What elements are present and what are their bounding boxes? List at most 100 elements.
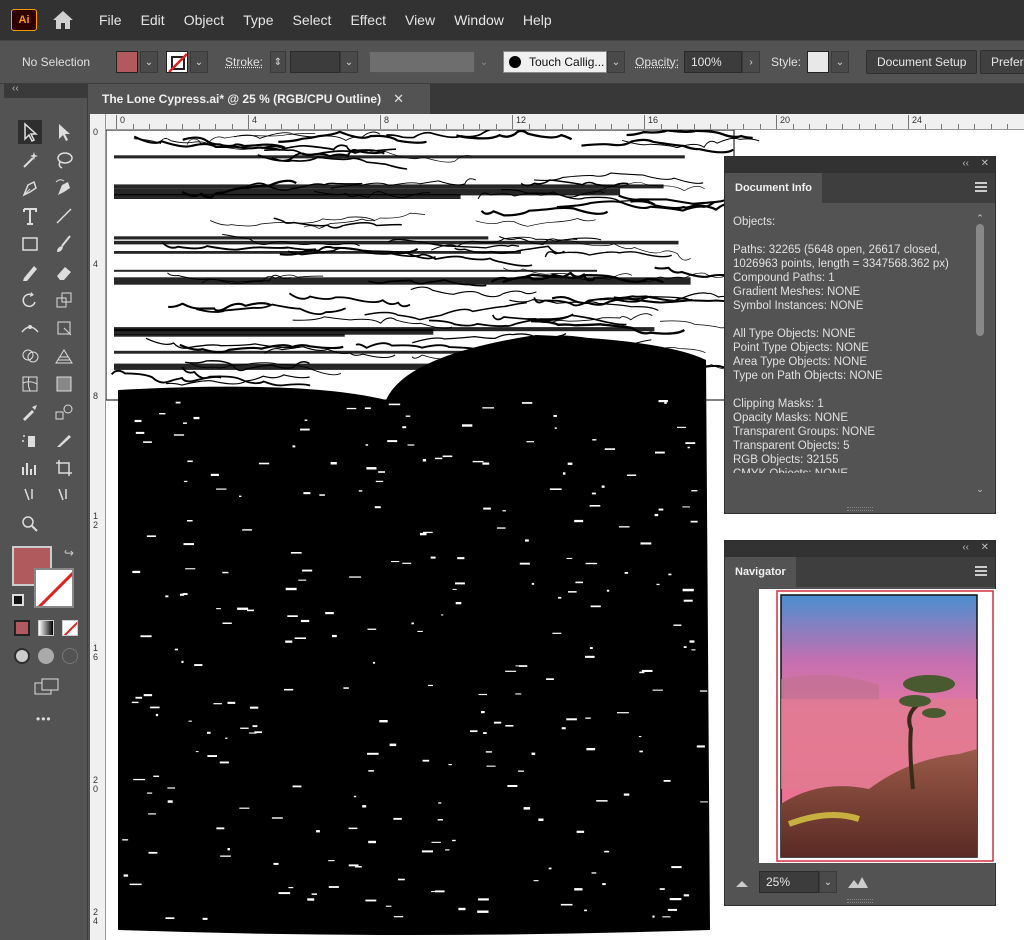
pencil-tool-icon[interactable]	[18, 260, 42, 284]
fill-mode-color-icon[interactable]	[14, 620, 30, 636]
horizontal-ruler[interactable]: 0 4 8 12 16 20 24	[106, 114, 1024, 130]
artboard-tool-icon[interactable]	[52, 456, 76, 480]
style-dropdown[interactable]: ⌄	[831, 51, 849, 73]
pen-tool-icon[interactable]	[18, 176, 42, 200]
menu-help[interactable]: Help	[523, 12, 552, 28]
zoom-tool-icon[interactable]	[18, 512, 42, 536]
scale-tool-icon[interactable]	[52, 288, 76, 312]
tools-panel: ‹‹ ↪ •••	[4, 83, 88, 940]
tab-navigator[interactable]: Navigator	[725, 557, 796, 587]
direct-selection-tool-icon[interactable]	[52, 120, 76, 144]
preferences-button[interactable]: Prefere	[980, 50, 1024, 74]
hand-tool-icon[interactable]	[52, 484, 76, 508]
menu-type[interactable]: Type	[243, 12, 273, 28]
fill-dropdown[interactable]: ⌄	[140, 51, 158, 73]
gradient-tool-icon[interactable]	[52, 372, 76, 396]
profile-dropdown[interactable]: ⌄	[475, 51, 493, 73]
gradient-mode-icon[interactable]	[38, 620, 54, 636]
info-line: Transparent Groups: NONE	[733, 426, 876, 438]
variable-width-profile[interactable]	[369, 51, 475, 73]
blend-tool-icon[interactable]	[52, 400, 76, 424]
document-setup-button[interactable]: Document Setup	[866, 50, 978, 74]
collapse-icon[interactable]: ‹‹	[12, 83, 19, 94]
brush-name: Touch Callig...	[529, 55, 605, 69]
eyedropper-tool-icon[interactable]	[18, 400, 42, 424]
opacity-arrow-icon[interactable]: ›	[742, 51, 760, 73]
brush-definition[interactable]: Touch Callig...	[503, 51, 607, 73]
vertical-ruler[interactable]: 0 4 8 1 2 1 6 2 0 2 4	[90, 114, 106, 940]
zoom-dropdown[interactable]: ⌄	[819, 871, 837, 893]
zoom-in-icon[interactable]	[847, 875, 869, 889]
home-icon[interactable]	[51, 9, 75, 31]
fill-swatch[interactable]	[116, 51, 138, 73]
stroke-weight-stepper[interactable]: ⇕	[270, 51, 286, 73]
panel-menu-icon[interactable]	[975, 182, 987, 192]
menu-file[interactable]: File	[99, 12, 122, 28]
info-line: Gradient Meshes: NONE	[733, 286, 861, 298]
style-swatch[interactable]	[807, 51, 829, 73]
selection-tool-icon[interactable]	[18, 120, 42, 144]
collapse-panel-icon[interactable]: ‹‹	[962, 542, 969, 553]
draw-inside-icon[interactable]	[62, 648, 78, 664]
eraser-tool-icon[interactable]	[52, 260, 76, 284]
graph-tool-icon[interactable]	[18, 456, 42, 480]
screen-mode-icon[interactable]	[34, 678, 60, 696]
scrollbar-thumb[interactable]	[976, 224, 984, 336]
collapse-panel-icon[interactable]: ‹‹	[962, 158, 969, 169]
type-tool-icon[interactable]	[18, 204, 42, 228]
close-tab-icon[interactable]: ✕	[393, 91, 404, 107]
lasso-tool-icon[interactable]	[52, 148, 76, 172]
free-transform-tool-icon[interactable]	[52, 316, 76, 340]
opacity-label[interactable]: Opacity:	[635, 50, 679, 74]
scrollbar[interactable]: ⌃ ⌄	[975, 213, 985, 494]
menu-window[interactable]: Window	[454, 12, 504, 28]
menu-edit[interactable]: Edit	[141, 12, 165, 28]
brush-dropdown[interactable]: ⌄	[607, 51, 625, 73]
none-icon	[168, 53, 187, 72]
document-tab[interactable]: The Lone Cypress.ai* @ 25 % (RGB/CPU Out…	[90, 84, 430, 114]
resize-grip[interactable]	[847, 899, 873, 903]
none-mode-icon[interactable]	[62, 620, 78, 636]
resize-grip[interactable]	[847, 507, 873, 511]
magic-wand-tool-icon[interactable]	[18, 148, 42, 172]
panel-header[interactable]: ‹‹ ✕	[725, 157, 995, 173]
close-panel-icon[interactable]: ✕	[981, 542, 989, 553]
stroke-weight-dropdown[interactable]: ⌄	[340, 51, 358, 73]
curvature-tool-icon[interactable]	[52, 176, 76, 200]
opacity-field[interactable]: 100%	[684, 51, 742, 73]
tools-panel-header[interactable]: ‹‹	[4, 83, 88, 98]
close-panel-icon[interactable]: ✕	[981, 158, 989, 169]
rectangle-tool-icon[interactable]	[18, 232, 42, 256]
draw-normal-icon[interactable]	[14, 648, 30, 664]
stroke-label[interactable]: Stroke:	[225, 50, 263, 74]
panel-header[interactable]: ‹‹ ✕	[725, 541, 995, 557]
swap-fill-stroke-icon[interactable]: ↪	[64, 546, 74, 560]
edit-toolbar-icon[interactable]: •••	[36, 712, 52, 726]
symbol-sprayer-tool-icon[interactable]	[18, 428, 42, 452]
menu-view[interactable]: View	[405, 12, 435, 28]
ruler-tick-label: 0	[93, 127, 99, 137]
paintbrush-tool-icon[interactable]	[52, 232, 76, 256]
zoom-field[interactable]: 25%	[759, 871, 819, 893]
width-tool-icon[interactable]	[18, 316, 42, 340]
stroke-dropdown[interactable]: ⌄	[190, 51, 208, 73]
default-fill-stroke-icon[interactable]	[12, 594, 24, 606]
panel-menu-icon[interactable]	[975, 566, 987, 576]
slice-tool-icon[interactable]	[52, 428, 76, 452]
perspective-grid-tool-icon[interactable]	[52, 344, 76, 368]
puppet-warp-tool-icon[interactable]	[18, 484, 42, 508]
menu-object[interactable]: Object	[184, 12, 224, 28]
shape-builder-tool-icon[interactable]	[18, 344, 42, 368]
rotate-tool-icon[interactable]	[18, 288, 42, 312]
mesh-tool-icon[interactable]	[18, 372, 42, 396]
stroke-swatch-large[interactable]	[34, 568, 74, 608]
stroke-none-swatch[interactable]	[166, 51, 188, 73]
menu-select[interactable]: Select	[293, 12, 332, 28]
draw-behind-icon[interactable]	[38, 648, 54, 664]
tab-document-info[interactable]: Document Info	[725, 173, 822, 203]
zoom-out-icon[interactable]	[735, 877, 749, 887]
stroke-weight-field[interactable]	[290, 51, 340, 73]
line-segment-tool-icon[interactable]	[52, 204, 76, 228]
navigator-preview[interactable]	[759, 589, 997, 863]
menu-effect[interactable]: Effect	[350, 12, 386, 28]
